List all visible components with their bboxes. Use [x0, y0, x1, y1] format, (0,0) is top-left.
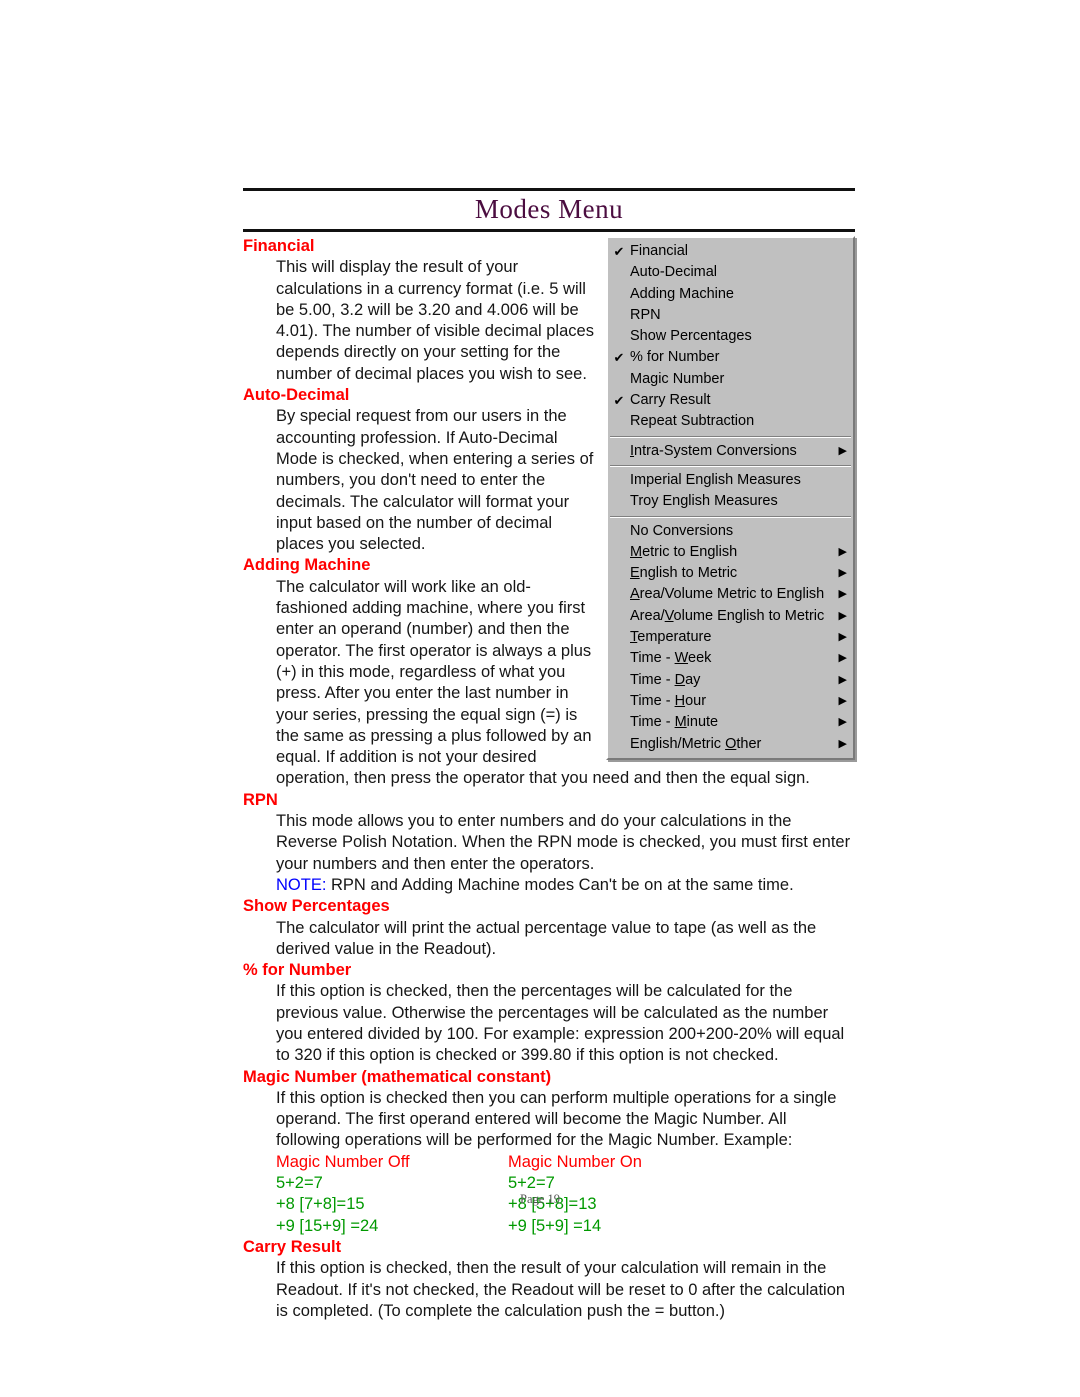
check-icon: ✔ — [613, 244, 625, 259]
section-body-magic-number: If this option is checked then you can p… — [276, 1088, 837, 1150]
menu-item-time-minute[interactable]: Time - Minute ▶ — [608, 712, 853, 733]
menu-item-label: Auto-Decimal — [630, 264, 718, 281]
menu-item-label: English to Metric — [630, 565, 738, 582]
submenu-arrow-icon: ▶ — [838, 737, 847, 750]
menu-item-english-metric-other[interactable]: English/Metric Other ▶ — [608, 734, 853, 755]
submenu-arrow-icon: ▶ — [838, 444, 847, 457]
example-col-off-heading: Magic Number Off — [276, 1152, 410, 1171]
check-icon: ✔ — [613, 350, 625, 366]
menu-item-label: Time - Hour — [630, 692, 707, 709]
menu-item-label: Time - Day — [630, 671, 701, 688]
modes-menu-figure: ✔ Financial Auto-Decimal Adding Machine RPN S… — [606, 236, 855, 760]
menu-item-area-volume-metric-to-english[interactable]: Area/Volume Metric to English ▶ — [608, 584, 853, 605]
menu-item-for-number[interactable]: ✔ % for Number — [608, 347, 853, 368]
menu-item-label: English/Metric Other — [630, 735, 762, 752]
menu-item-area-volume-english-to-metric[interactable]: Area/Volume English to Metric ▶ — [608, 606, 853, 627]
menu-separator — [610, 515, 851, 518]
example-cell-off: +9 [15+9] =24 — [276, 1216, 379, 1235]
menu-item-label: RPN — [630, 306, 661, 323]
page-body: Modes Menu ✔ Financial Auto-Decimal Adding … — [243, 188, 855, 1322]
example-row: +9 [15+9] =24 +9 [5+9] =14 — [276, 1216, 855, 1237]
menu-item-label: Carry Result — [630, 392, 711, 409]
menu-separator — [610, 435, 851, 438]
section-note-rpn: NOTE: RPN and Adding Machine modes Can't… — [243, 875, 855, 896]
menu-item-metric-to-english[interactable]: Metric to English ▶ — [608, 542, 853, 563]
menu-item-label: Magic Number — [630, 370, 725, 387]
note-label: NOTE: — [276, 875, 327, 894]
menu-item-imperial-english-measures[interactable]: Imperial English Measures — [608, 470, 853, 491]
menu-item-rpn[interactable]: RPN — [608, 305, 853, 326]
menu-item-label: Show Percentages — [630, 328, 752, 345]
menu-item-label: % for Number — [630, 349, 720, 366]
menu-item-no-conversions[interactable]: No Conversions — [608, 521, 853, 542]
menu-item-english-to-metric[interactable]: English to Metric ▶ — [608, 563, 853, 584]
menu-item-show-percentages[interactable]: Show Percentages — [608, 326, 853, 347]
menu-item-time-hour[interactable]: Time - Hour ▶ — [608, 691, 853, 712]
menu-item-temperature[interactable]: Temperature ▶ — [608, 627, 853, 648]
menu-item-time-week[interactable]: Time - Week ▶ — [608, 648, 853, 669]
example-cell-on: +9 [5+9] =14 — [508, 1216, 602, 1235]
submenu-arrow-icon: ▶ — [838, 694, 847, 707]
section-body-percent-for-number: If this option is checked, then the perc… — [276, 982, 845, 1065]
menu-item-magic-number[interactable]: Magic Number — [608, 369, 853, 390]
section-heading-show-percentages: Show Percentages — [243, 897, 390, 916]
note-body: RPN and Adding Machine modes Can't be on… — [326, 875, 794, 894]
menu-item-label: Time - Minute — [630, 714, 719, 731]
section-body-rpn: This mode allows you to enter numbers an… — [276, 812, 851, 873]
section-heading-carry-result: Carry Result — [243, 1237, 342, 1256]
submenu-arrow-icon: ▶ — [838, 631, 847, 644]
menu-item-auto-decimal[interactable]: Auto-Decimal — [608, 262, 853, 283]
section-heading-magic-number: Magic Number (mathematical constant) — [243, 1067, 552, 1086]
section-heading-rpn: RPN — [243, 790, 278, 809]
menu-item-repeat-subtraction[interactable]: Repeat Subtraction — [608, 411, 853, 432]
submenu-arrow-icon: ▶ — [838, 567, 847, 580]
check-icon: ✔ — [613, 393, 625, 409]
page-footer: Page 19 — [520, 1192, 560, 1206]
submenu-arrow-icon: ▶ — [838, 652, 847, 665]
menu-item-intra-system-conversions[interactable]: Intra-System Conversions ▶ — [608, 441, 853, 462]
submenu-arrow-icon: ▶ — [838, 673, 847, 686]
menu-item-carry-result[interactable]: ✔ Carry Result — [608, 390, 853, 411]
menu-item-label: Imperial English Measures — [630, 471, 801, 488]
body-content: ✔ Financial Auto-Decimal Adding Machine RPN S… — [243, 232, 855, 1322]
submenu-arrow-icon: ▶ — [838, 545, 847, 558]
submenu-arrow-icon: ▶ — [838, 588, 847, 601]
menu-item-label: Financial — [630, 243, 689, 259]
section-heading-percent-for-number: % for Number — [243, 961, 352, 980]
menu-item-financial[interactable]: ✔ Financial — [608, 241, 853, 262]
example-header-row: Magic Number Off Magic Number On — [276, 1152, 855, 1173]
menu-item-time-day[interactable]: Time - Day ▶ — [608, 670, 853, 691]
menu-item-label: Area/Volume English to Metric — [630, 607, 825, 624]
menu-item-label: No Conversions — [630, 522, 734, 539]
submenu-arrow-icon: ▶ — [838, 609, 847, 622]
menu-item-adding-machine[interactable]: Adding Machine — [608, 284, 853, 305]
menu-separator — [610, 464, 851, 467]
section-body-carry-result: If this option is checked, then the resu… — [276, 1259, 846, 1320]
menu-item-label: Adding Machine — [630, 285, 734, 302]
page-title: Modes Menu — [474, 194, 624, 224]
example-col-on-heading: Magic Number On — [508, 1152, 642, 1171]
section-body-show-percentages: The calculator will print the actual per… — [276, 918, 817, 958]
menu-item-label: Time - Week — [630, 650, 712, 667]
submenu-arrow-icon: ▶ — [838, 716, 847, 729]
menu-item-label: Area/Volume Metric to English — [630, 586, 825, 603]
menu-item-label: Repeat Subtraction — [630, 413, 755, 430]
menu-item-label: Metric to English — [630, 543, 738, 560]
menu-item-troy-english-measures[interactable]: Troy English Measures — [608, 491, 853, 512]
menu-item-label: Temperature — [630, 629, 712, 646]
menu-item-label: Troy English Measures — [630, 493, 778, 510]
modes-menu[interactable]: ✔ Financial Auto-Decimal Adding Machine RPN S… — [606, 236, 855, 760]
menu-item-label: Intra-System Conversions — [630, 442, 797, 459]
